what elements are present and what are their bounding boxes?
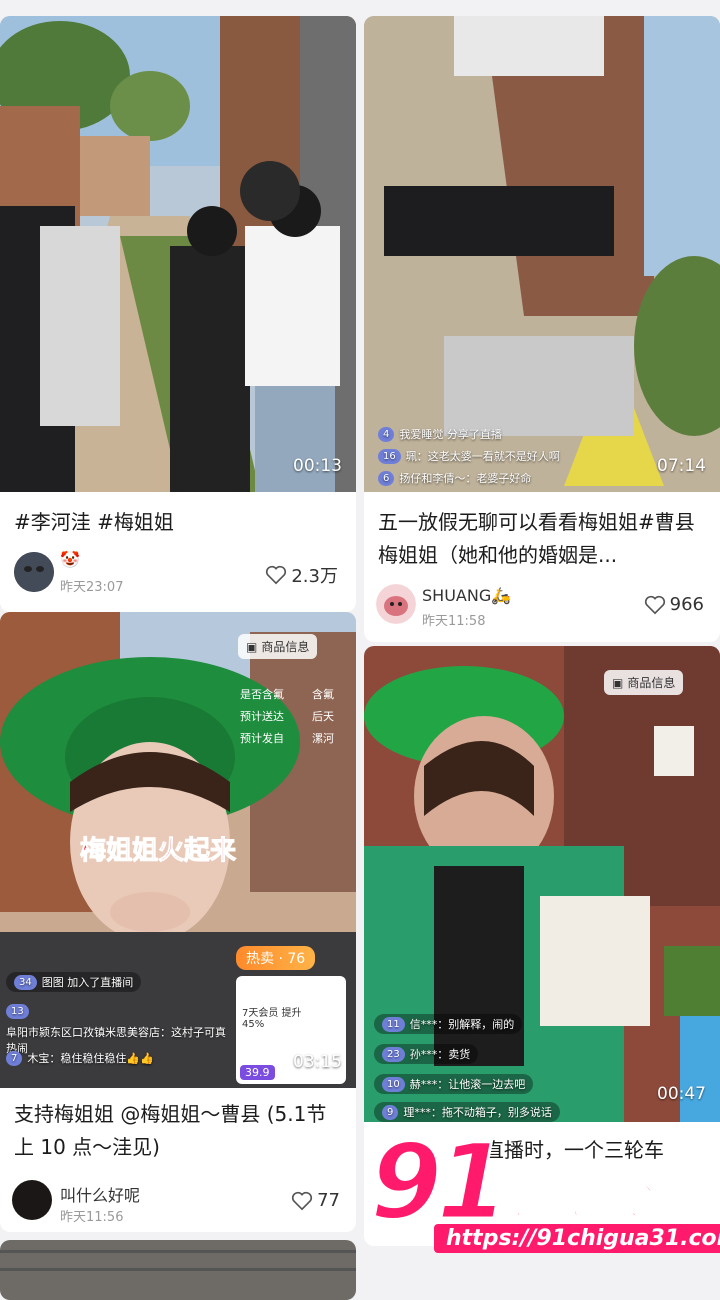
product-detail-labels: 是否含氟 预计送达 预计发自 bbox=[240, 688, 284, 745]
brick-wall-image bbox=[0, 1240, 356, 1300]
live-comment: 34 图图 加入了直播间 bbox=[6, 972, 142, 992]
author-emoji: 🤡 bbox=[60, 550, 80, 569]
village-street-image bbox=[0, 16, 356, 492]
video-duration: 07:14 bbox=[657, 456, 706, 476]
live-comment: 11 信***：别解释，闹的 bbox=[374, 1014, 523, 1034]
video-thumbnail-4[interactable]: ▣ 商品信息 11 信***：别解释，闹的 23 孙***：卖货 10 赫***：让他滚… bbox=[364, 646, 720, 1122]
watermark-logo-text: 吃瓜中心 bbox=[499, 1177, 661, 1225]
video-duration: 00:47 bbox=[657, 1084, 706, 1104]
post-time: 昨天23:07 bbox=[60, 580, 124, 595]
heart-icon bbox=[266, 565, 287, 585]
avatar[interactable] bbox=[14, 552, 54, 592]
post-time: 昨天11:58 bbox=[422, 614, 486, 629]
like-count: 2.3万 bbox=[291, 566, 338, 587]
author-name: SHUANG🛵 bbox=[422, 586, 512, 605]
like-button[interactable]: 966 bbox=[644, 594, 704, 615]
shop-icon: ▣ bbox=[612, 675, 624, 690]
live-comment: 10 赫***：让他滚一边去吧 bbox=[374, 1074, 534, 1094]
live-comment: 16 珮：这老太婆一看就不是好人啊 bbox=[378, 448, 560, 464]
live-comment: 4 我爱睡觉 分享了直播 bbox=[378, 426, 502, 442]
watermark-logo-number: 91 bbox=[369, 1121, 511, 1243]
heart-icon bbox=[644, 595, 665, 614]
promo-price: 39.9 bbox=[240, 1065, 275, 1080]
video-title[interactable]: #李河洼 #梅姐姐 bbox=[14, 506, 342, 542]
video-card-2[interactable]: 4 我爱睡觉 分享了直播 16 珮：这老太婆一看就不是好人啊 6 扬仔和李倩～：老婆子… bbox=[364, 16, 720, 642]
live-comment: 13 阜阳市颍东区口孜镇米思美容店：这村子可真热闹 bbox=[6, 1004, 226, 1055]
promo-text: 7天会员 提升45% bbox=[242, 1008, 302, 1030]
live-comment: 7 木宝：稳住稳住稳住👍👍 bbox=[6, 1050, 154, 1066]
shop-icon: ▣ bbox=[246, 639, 258, 654]
video-thumbnail-1[interactable]: 00:13 bbox=[0, 16, 356, 492]
like-count: 77 bbox=[317, 1190, 340, 1211]
post-time: 昨天11:56 bbox=[60, 1210, 124, 1225]
yard-scene-image bbox=[364, 16, 720, 492]
video-card-3[interactable]: 梅姐姐火起来 ▣ 商品信息 是否含氟 预计送达 预计发自 含氟 后天 漯河 热卖 … bbox=[0, 612, 356, 1232]
product-info-tag[interactable]: ▣ 商品信息 bbox=[238, 634, 318, 659]
author-name: 叫什么好呢 bbox=[60, 1186, 141, 1205]
live-comment: 6 扬仔和李倩～：老婆子好命 bbox=[378, 470, 531, 486]
watermark-url: https://91chigua31.com bbox=[434, 1224, 720, 1253]
video-card-5[interactable] bbox=[0, 1240, 356, 1300]
like-button[interactable]: 2.3万 bbox=[265, 562, 338, 588]
product-info-tag[interactable]: ▣ 商品信息 bbox=[604, 670, 684, 695]
video-duration: 00:13 bbox=[293, 456, 342, 476]
video-thumbnail-3[interactable]: 梅姐姐火起来 ▣ 商品信息 是否含氟 预计送达 预计发自 含氟 后天 漯河 热卖 … bbox=[0, 612, 356, 1088]
hot-sale-badge: 热卖 · 76 bbox=[236, 946, 316, 970]
heart-icon bbox=[292, 1191, 313, 1210]
video-title[interactable]: 五一放假无聊可以看看梅姐姐#曹县梅姐姐（她和他的婚姻是... bbox=[378, 506, 706, 572]
video-duration: 03:15 bbox=[293, 1052, 342, 1072]
like-count: 966 bbox=[669, 594, 704, 615]
video-caption: 梅姐姐火起来 bbox=[79, 836, 237, 867]
live-comment: 9 理***：拖不动箱子，别多说话 bbox=[374, 1102, 560, 1122]
avatar[interactable] bbox=[12, 1180, 52, 1220]
avatar[interactable] bbox=[376, 584, 416, 624]
like-button[interactable]: 77 bbox=[291, 1190, 340, 1211]
video-card-1[interactable]: 00:13 #李河洼 #梅姐姐 🤡 昨天23:07 2.3万 bbox=[0, 16, 356, 612]
site-watermark: 91 吃瓜中心 https://91chigua31.com bbox=[369, 1121, 720, 1270]
video-title[interactable]: 支持梅姐姐 @梅姐姐～曹县 (5.1节上 10 点～洼见) bbox=[14, 1098, 342, 1166]
video-thumbnail-2[interactable]: 4 我爱睡觉 分享了直播 16 珮：这老太婆一看就不是好人啊 6 扬仔和李倩～：老婆子… bbox=[364, 16, 720, 492]
live-comment: 23 孙***：卖货 bbox=[374, 1044, 479, 1064]
product-detail-values: 含氟 后天 漯河 bbox=[312, 688, 334, 745]
